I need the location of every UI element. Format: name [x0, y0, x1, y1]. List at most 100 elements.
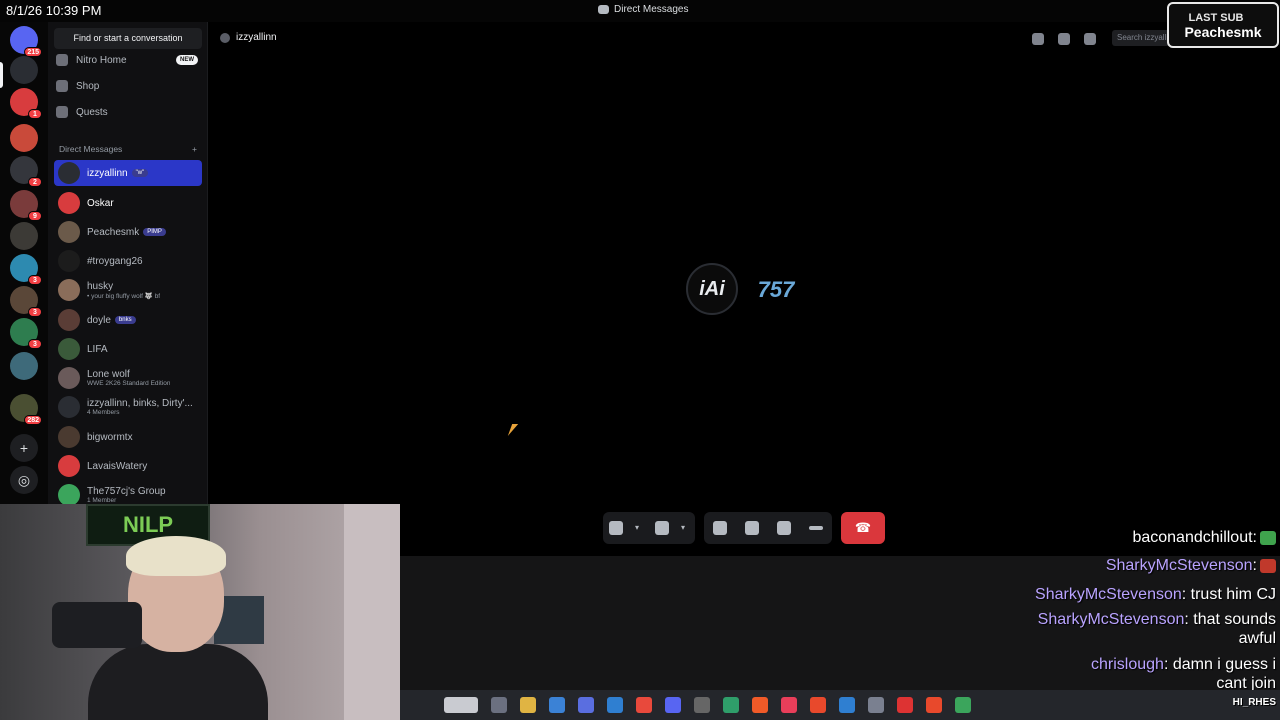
participant-avatar-iai[interactable]: iAi [686, 263, 738, 315]
mention-badge: 282 [24, 415, 42, 425]
avatar [58, 279, 80, 301]
dm-name: LIFA [87, 344, 108, 355]
server-icon[interactable]: 3 [10, 318, 42, 349]
last-sub-label: LAST SUB [1188, 12, 1244, 24]
server-icon[interactable]: 3 [10, 254, 42, 285]
dm-text: Oskar [87, 198, 114, 209]
call-action-controls [704, 512, 832, 544]
add-server-icon[interactable]: + [10, 434, 38, 462]
server-icon[interactable]: 215 [10, 26, 42, 57]
chevron-down-icon[interactable]: ▾ [681, 524, 689, 532]
taskbar-app-icon[interactable] [444, 697, 478, 713]
taskbar-app-icon[interactable] [810, 697, 826, 713]
find-conversation-button[interactable]: Find or start a conversation [54, 28, 202, 49]
taskbar-app-icon[interactable] [665, 697, 681, 713]
nav-shop[interactable]: Shop [56, 76, 198, 96]
dm-item[interactable]: #troygang26 [54, 248, 202, 274]
dm-name: bigwormtx [87, 432, 133, 443]
server-icon[interactable]: 9 [10, 190, 42, 221]
mention-badge: 3 [28, 339, 42, 349]
chat-username: SharkyMcStevenson [1037, 611, 1185, 628]
dm-name: izzyallinn "w" [87, 168, 149, 179]
clan-tag: "w" [131, 169, 149, 177]
dm-name-text: LIFA [87, 343, 108, 355]
taskbar-overlay-text: HI_RHES [1232, 697, 1276, 708]
server-icon[interactable]: 282 [10, 394, 42, 425]
dm-name-text: bigwormtx [87, 431, 133, 443]
taskbar-app-icon[interactable] [926, 697, 942, 713]
dm-item[interactable]: bigwormtx [54, 424, 202, 450]
taskbar-app-icon[interactable] [549, 697, 565, 713]
taskbar-app-icon[interactable] [839, 697, 855, 713]
taskbar-app-icon[interactable] [607, 697, 623, 713]
taskbar-app-icon[interactable] [491, 697, 507, 713]
avatar [58, 338, 80, 360]
nav-nitro-home[interactable]: Nitro Home NEW [56, 50, 198, 70]
avatar [58, 221, 80, 243]
dm-status: • your big fluffy wolf 🐺 bf [87, 292, 161, 300]
taskbar-app-icon[interactable] [955, 697, 971, 713]
call-header: izzyallinn Search izzyallinn [208, 22, 1280, 54]
participant-avatar-757[interactable]: 757 [756, 270, 796, 310]
dm-text: doyle bnks [87, 315, 136, 326]
dm-item[interactable]: doyle bnks [54, 307, 202, 333]
quests-icon [56, 106, 68, 118]
server-icon[interactable] [10, 222, 38, 250]
taskbar-app-icon[interactable] [520, 697, 536, 713]
dm-status: 1 Member [87, 497, 117, 504]
taskbar-app-icon[interactable] [752, 697, 768, 713]
emote-icon [1260, 530, 1276, 545]
disconnect-button[interactable]: ☎ [841, 512, 885, 544]
chevron-down-icon[interactable]: ▾ [635, 524, 643, 532]
taskbar-app-icon[interactable] [868, 697, 884, 713]
avatar [58, 455, 80, 477]
chat-text: : that sounds [1184, 611, 1276, 628]
more-options-icon[interactable] [809, 526, 823, 530]
server-icon[interactable] [10, 352, 38, 380]
add-dm-button[interactable]: + [192, 144, 197, 154]
server-icon[interactable]: 2 [10, 156, 42, 187]
last-sub-widget: LAST SUB Peachesmk [1167, 2, 1279, 48]
dm-item[interactable]: Peachesmk PIMP [54, 219, 202, 245]
chat-separator: : [1252, 529, 1257, 546]
profile-icon[interactable] [1084, 33, 1096, 45]
dm-item[interactable]: LavaisWatery [54, 453, 202, 479]
taskbar-app-icon[interactable] [897, 697, 913, 713]
dm-item[interactable]: Oskar [54, 190, 202, 216]
avatar [58, 426, 80, 448]
server-icon[interactable] [10, 124, 38, 152]
dm-name-text: Oskar [87, 197, 114, 209]
dm-name: #troygang26 [87, 256, 143, 267]
taskbar-app-icon[interactable] [694, 697, 710, 713]
activities-icon[interactable] [745, 521, 759, 535]
dm-item[interactable]: izzyallinn, binks, Dirty'... 4 Members [54, 394, 202, 420]
mention-badge: 3 [28, 275, 42, 285]
dm-item[interactable]: husky • your big fluffy wolf 🐺 bf [54, 277, 202, 303]
window-title: Direct Messages [598, 4, 688, 15]
taskbar-app-icon[interactable] [723, 697, 739, 713]
dm-sidebar: Find or start a conversation Nitro Home … [48, 22, 208, 506]
pin-icon[interactable] [1032, 33, 1044, 45]
camera-off-icon[interactable] [655, 521, 669, 535]
nav-quests[interactable]: Quests [56, 102, 198, 122]
server-icon[interactable]: 1 [10, 88, 42, 119]
server-icon[interactable] [10, 56, 38, 84]
chat-message: awful [1239, 630, 1276, 648]
taskbar-app-icon[interactable] [636, 697, 652, 713]
taskbar-app-icon[interactable] [578, 697, 594, 713]
screen-share-icon[interactable] [713, 521, 727, 535]
add-friends-icon[interactable] [1058, 33, 1070, 45]
server-icon[interactable]: 3 [10, 286, 42, 317]
soundboard-icon[interactable] [777, 521, 791, 535]
chat-username: SharkyMcStevenson [1035, 586, 1182, 603]
dm-item[interactable]: Lone wolf WWE 2K26 Standard Edition [54, 365, 202, 391]
dm-item[interactable]: izzyallinn "w" [54, 160, 202, 186]
server-rail: 215 1 2 9 3 3 3 282 + ◎ [0, 22, 48, 504]
microphone-icon[interactable] [609, 521, 623, 535]
discover-icon[interactable]: ◎ [10, 466, 38, 494]
taskbar-app-icon[interactable] [781, 697, 797, 713]
chat-username: baconandchillout [1132, 529, 1253, 546]
chat-message: SharkyMcStevenson: [1106, 557, 1276, 575]
dm-item[interactable]: LIFA [54, 336, 202, 362]
dm-name-text: LavaisWatery [87, 460, 148, 472]
